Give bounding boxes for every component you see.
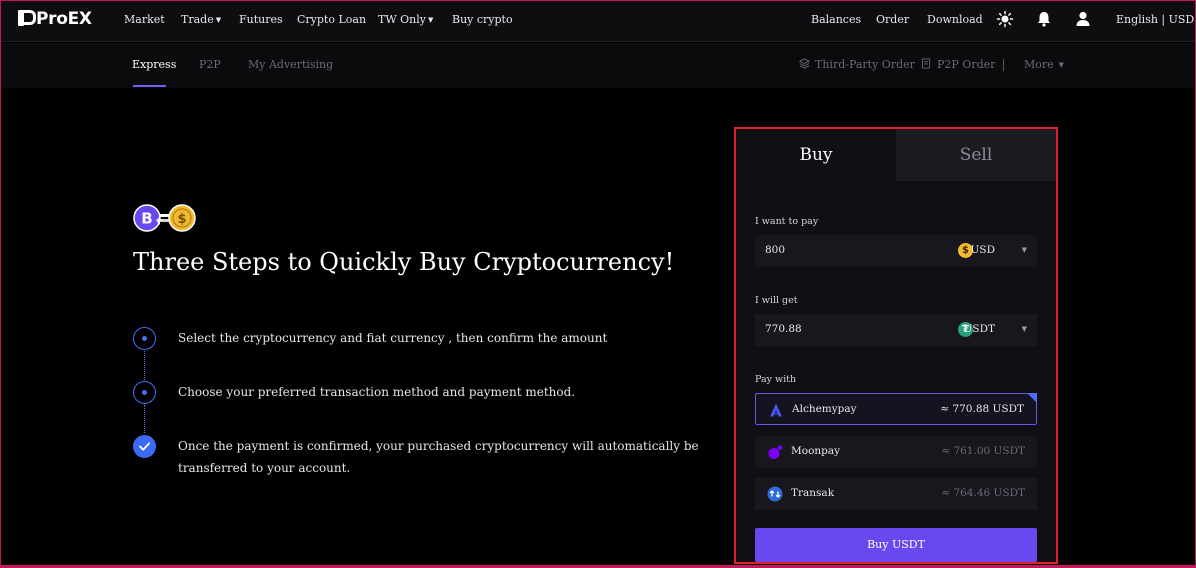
layers-icon [798,58,811,69]
brand-logo[interactable]: ProEX [18,9,92,29]
provider-name: Transak [791,487,835,499]
nav-order[interactable]: Order [876,13,909,26]
nav-tw-only-label: TW Only [378,13,426,26]
provider-alchemypay[interactable]: Alchemypay ≈ 770.88 USDT [755,393,1037,425]
brand-name: ProEX [36,9,92,29]
nav-crypto-loan[interactable]: Crypto Loan [297,13,366,26]
get-amount-value[interactable]: 770.88 [765,323,802,335]
step-connector [144,405,145,433]
top-navbar: ProEX Market Trade ▼ Futures Crypto Loan … [0,0,1196,42]
moonpay-logo-icon [768,445,783,459]
sub-navbar: Express P2P My Advertising Third-Party O… [0,43,1196,88]
provider-name: Alchemypay [792,403,857,415]
btc-to-usd-exchange-icon: B $ [133,204,196,232]
pay-amount-field[interactable]: 800 $ USD ▼ [755,235,1037,267]
bell-icon[interactable] [1035,10,1053,28]
svg-text:B: B [141,210,152,228]
get-currency[interactable]: USDT [964,323,995,335]
provider-quote: ≈ 770.88 USDT [940,403,1024,415]
svg-text:$: $ [177,212,186,227]
subnav-divider [1003,59,1004,71]
selected-corner-marker [1027,393,1037,403]
step-1-text: Select the cryptocurrency and fiat curre… [178,331,608,345]
buy-sell-panel: Buy Sell I want to pay 800 $ USD ▼ I wil… [734,127,1058,564]
pay-currency[interactable]: USD [971,244,995,256]
page-title: Three Steps to Quickly Buy Cryptocurrenc… [133,248,675,276]
pay-amount-value[interactable]: 800 [765,244,785,256]
step-3-indicator [133,435,156,458]
user-icon[interactable] [1074,10,1092,28]
tab-buy[interactable]: Buy [736,129,896,181]
nav-download[interactable]: Download [927,13,983,26]
more-menu[interactable]: More ▼ [1024,58,1064,71]
step-1-indicator [133,327,156,350]
get-amount-field[interactable]: 770.88 ₮ USDT ▼ [755,314,1037,346]
nav-trade[interactable]: Trade ▼ [181,13,221,26]
nav-futures[interactable]: Futures [239,13,283,26]
nav-buy-crypto[interactable]: Buy crypto [452,13,513,26]
nav-balances[interactable]: Balances [811,13,861,26]
pay-with-label: Pay with [755,374,797,385]
alchemypay-logo-icon [770,403,782,417]
active-tab-indicator [133,85,166,87]
caret-down-icon: ▼ [427,16,434,24]
tab-my-advertising[interactable]: My Advertising [248,58,333,71]
step-2-text: Choose your preferred transaction method… [178,385,576,399]
more-label: More [1024,58,1054,71]
document-icon [921,58,931,69]
tab-express[interactable]: Express [132,58,176,71]
theme-sun-icon[interactable] [996,10,1014,28]
third-party-order-link[interactable]: Third-Party Order [798,58,915,71]
language-currency-selector[interactable]: English | USD [1116,13,1194,26]
checkmark-icon [139,442,150,451]
logo-mark-icon [18,10,36,28]
pay-label: I want to pay [755,216,819,227]
tab-sell-label: Sell [959,145,993,165]
nav-tw-only[interactable]: TW Only ▼ [378,13,433,26]
step-connector [144,351,145,380]
p2p-order-link[interactable]: P2P Order [921,58,995,71]
provider-quote: ≈ 764.46 USDT [941,487,1025,499]
provider-quote: ≈ 761.00 USDT [941,445,1025,457]
caret-down-icon: ▼ [215,16,222,24]
tab-buy-label: Buy [799,145,833,165]
tab-p2p[interactable]: P2P [199,58,221,71]
nav-trade-label: Trade [181,13,214,26]
provider-transak[interactable]: Transak ≈ 764.46 USDT [755,478,1037,510]
tab-sell[interactable]: Sell [896,129,1056,181]
transak-logo-icon [767,486,783,502]
nav-market[interactable]: Market [124,13,165,26]
caret-down-icon: ▼ [1058,61,1065,69]
chevron-down-icon[interactable]: ▼ [1022,325,1027,333]
buy-usdt-button[interactable]: Buy USDT [755,528,1037,562]
step-2-indicator [133,381,156,404]
get-label: I will get [755,295,798,306]
provider-name: Moonpay [791,445,841,457]
p2p-order-label: P2P Order [937,58,996,71]
third-party-order-label: Third-Party Order [815,58,915,71]
chevron-down-icon[interactable]: ▼ [1022,246,1027,254]
step-3-text: Once the payment is confirmed, your purc… [178,439,699,475]
provider-moonpay[interactable]: Moonpay ≈ 761.00 USDT [755,436,1037,468]
